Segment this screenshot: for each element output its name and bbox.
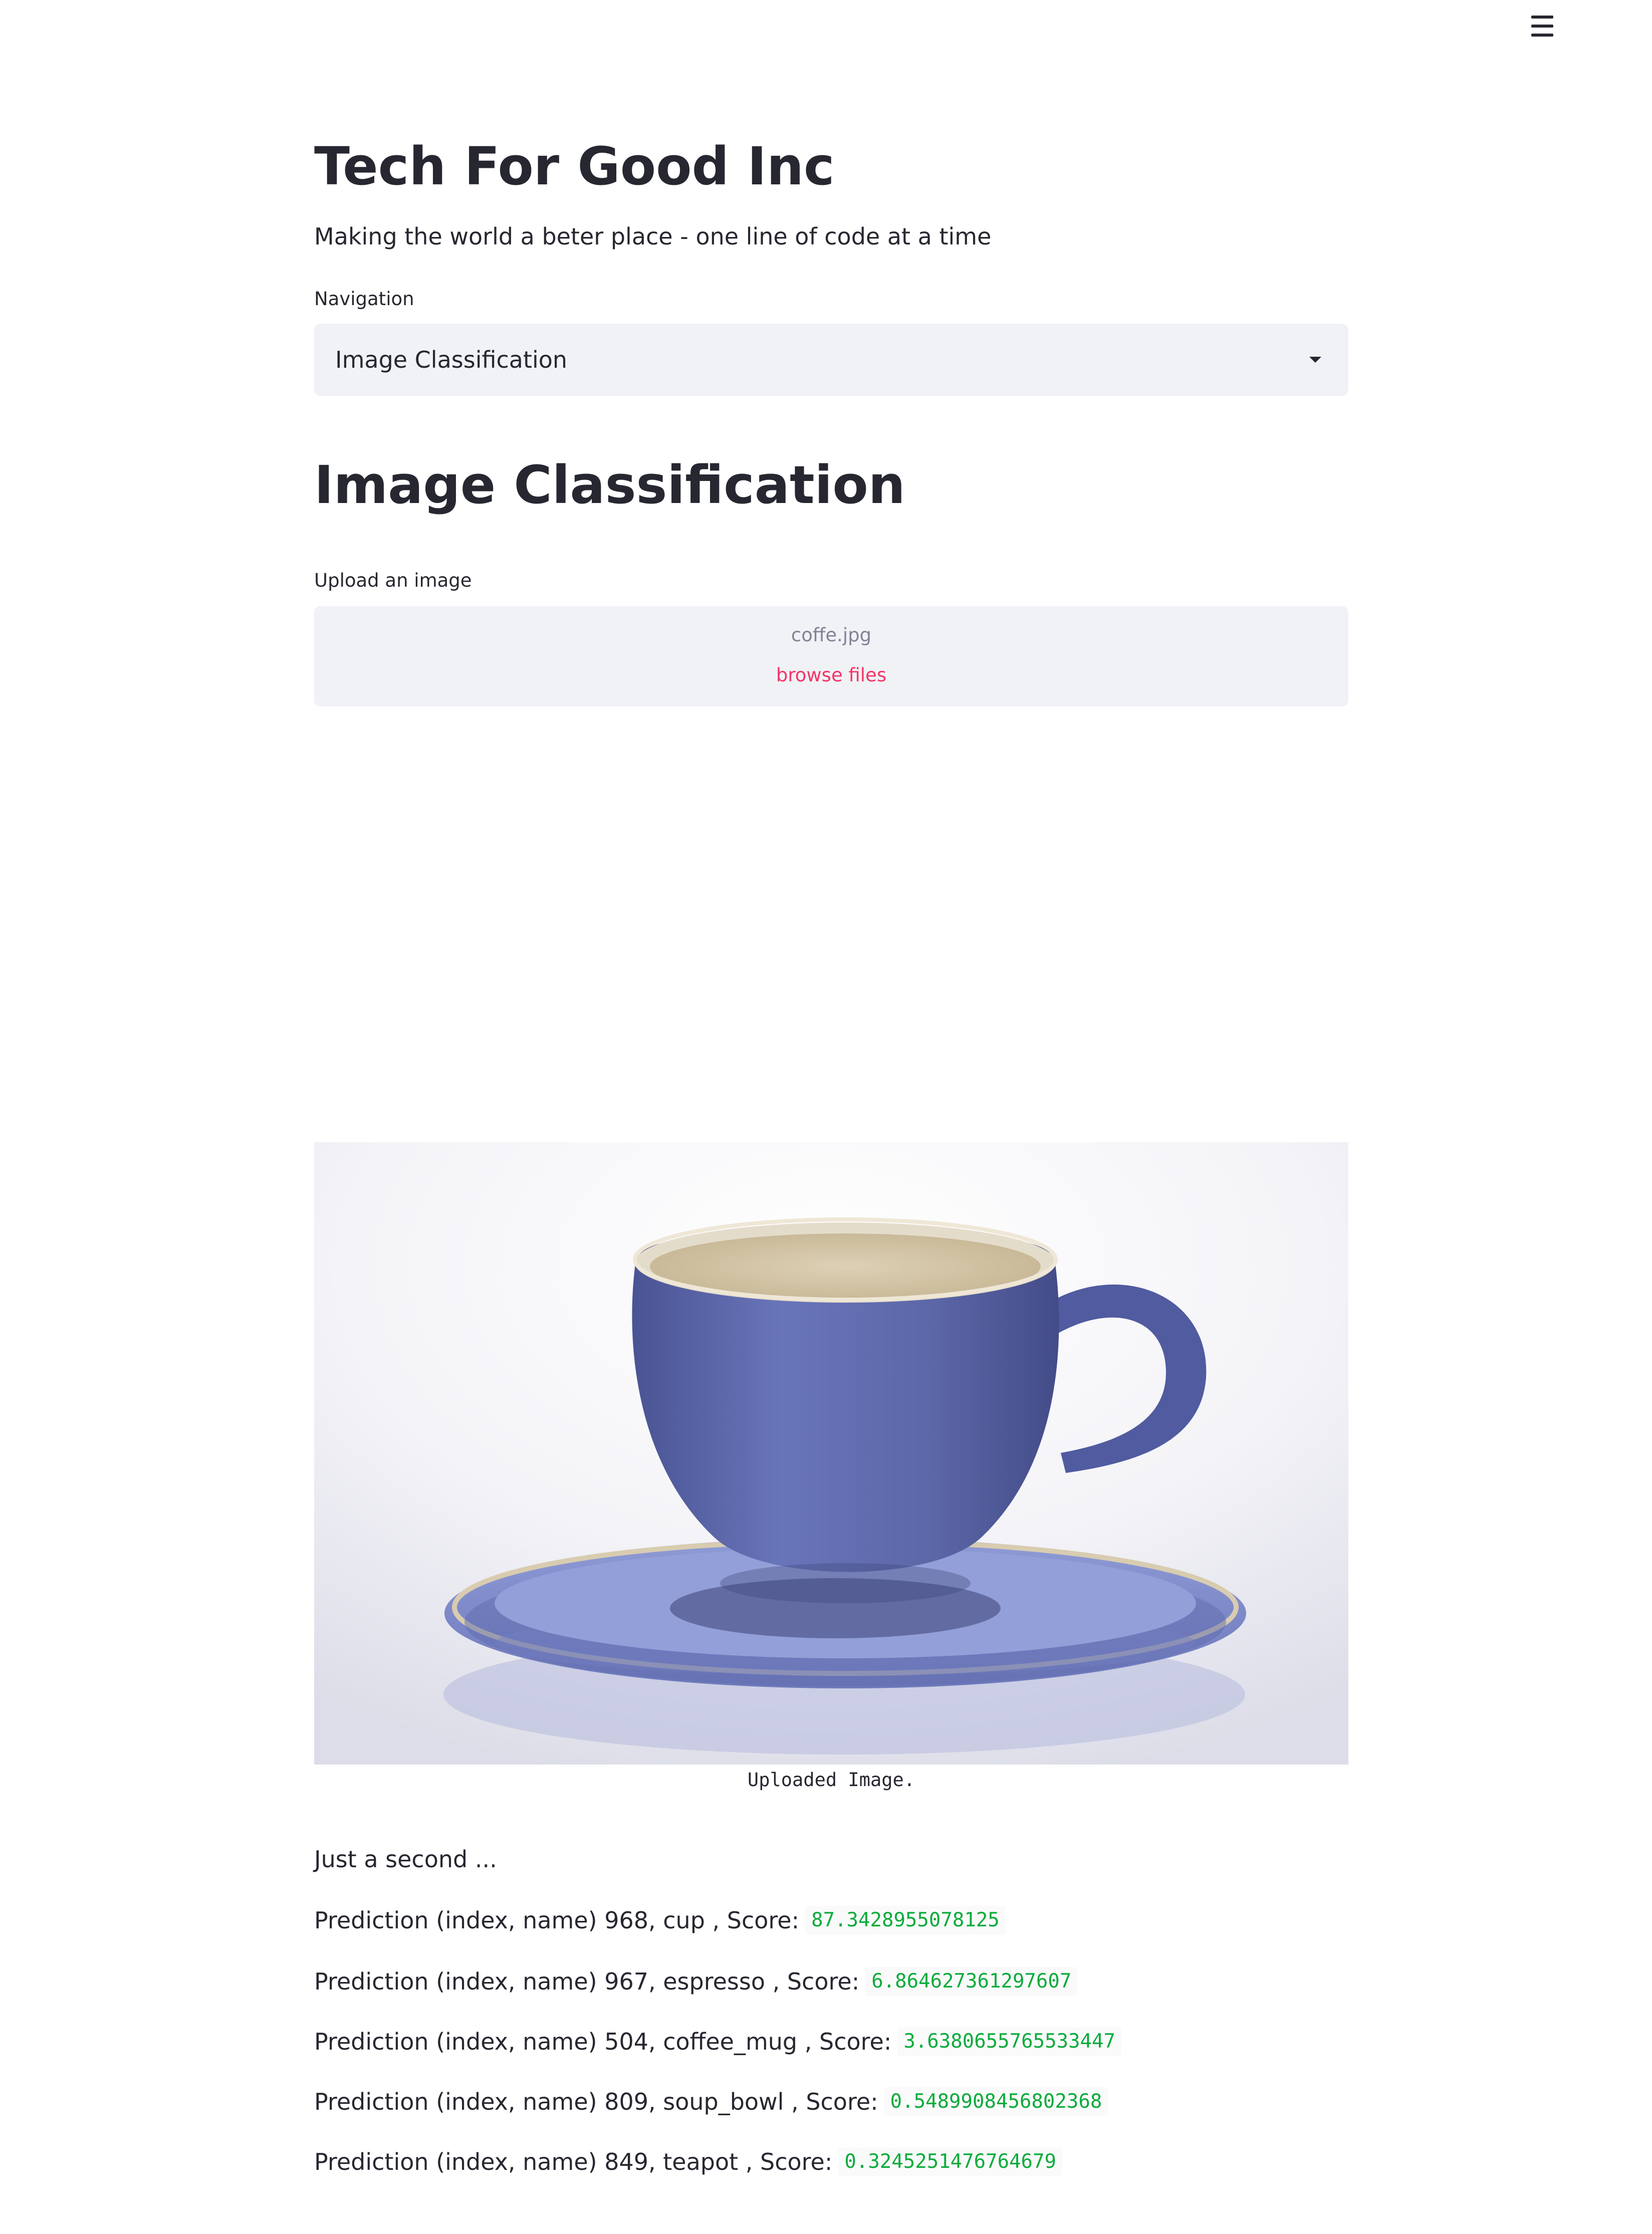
prediction-row: Prediction (index, name) 809, soup_bowl … (314, 2084, 1108, 2119)
prediction-text: Prediction (index, name) 504, coffee_mug… (314, 2028, 892, 2055)
coffee-cup-image (314, 1142, 1348, 1765)
app-subtitle: Making the world a beter place - one lin… (314, 223, 992, 250)
prediction-score: 6.864627361297607 (865, 1967, 1078, 1996)
prediction-text: Prediction (index, name) 968, cup , Scor… (314, 1907, 800, 1934)
menu-bar (1531, 34, 1553, 37)
uploaded-image (314, 1142, 1348, 1765)
prediction-text: Prediction (index, name) 809, soup_bowl … (314, 2088, 878, 2115)
prediction-score: 87.3428955078125 (805, 1906, 1006, 1935)
status-text: Just a second ... (314, 1846, 497, 1873)
prediction-text: Prediction (index, name) 967, espresso ,… (314, 1968, 860, 1995)
navigation-selected-value: Image Classification (335, 346, 568, 373)
caret-down-icon (1309, 357, 1321, 363)
prediction-row: Prediction (index, name) 849, teapot , S… (314, 2144, 1062, 2179)
menu-bar (1531, 16, 1553, 19)
app-title: Tech For Good Inc (314, 136, 835, 197)
browse-files-link[interactable]: browse files (314, 662, 1348, 688)
browse-files-label[interactable]: browse files (776, 664, 886, 686)
menu-bar (1531, 25, 1553, 28)
navigation-select[interactable]: Image Classification (314, 324, 1348, 396)
prediction-row: Prediction (index, name) 504, coffee_mug… (314, 2024, 1121, 2059)
image-caption: Uploaded Image. (747, 1769, 915, 1791)
uploaded-filename: coffe.jpg (791, 624, 872, 646)
prediction-score: 0.5489908456802368 (884, 2087, 1108, 2116)
file-dropzone[interactable]: coffe.jpg browse files (314, 606, 1348, 706)
section-title: Image Classification (314, 454, 905, 516)
hamburger-menu-icon[interactable] (1527, 11, 1557, 41)
upload-label: Upload an image (314, 570, 472, 591)
prediction-row: Prediction (index, name) 967, espresso ,… (314, 1964, 1078, 1999)
prediction-text: Prediction (index, name) 849, teapot , S… (314, 2148, 833, 2175)
navigation-label: Navigation (314, 288, 414, 310)
prediction-score: 0.3245251476764679 (838, 2147, 1062, 2176)
prediction-row: Prediction (index, name) 968, cup , Scor… (314, 1903, 1006, 1938)
prediction-score: 3.6380655765533447 (897, 2027, 1121, 2056)
